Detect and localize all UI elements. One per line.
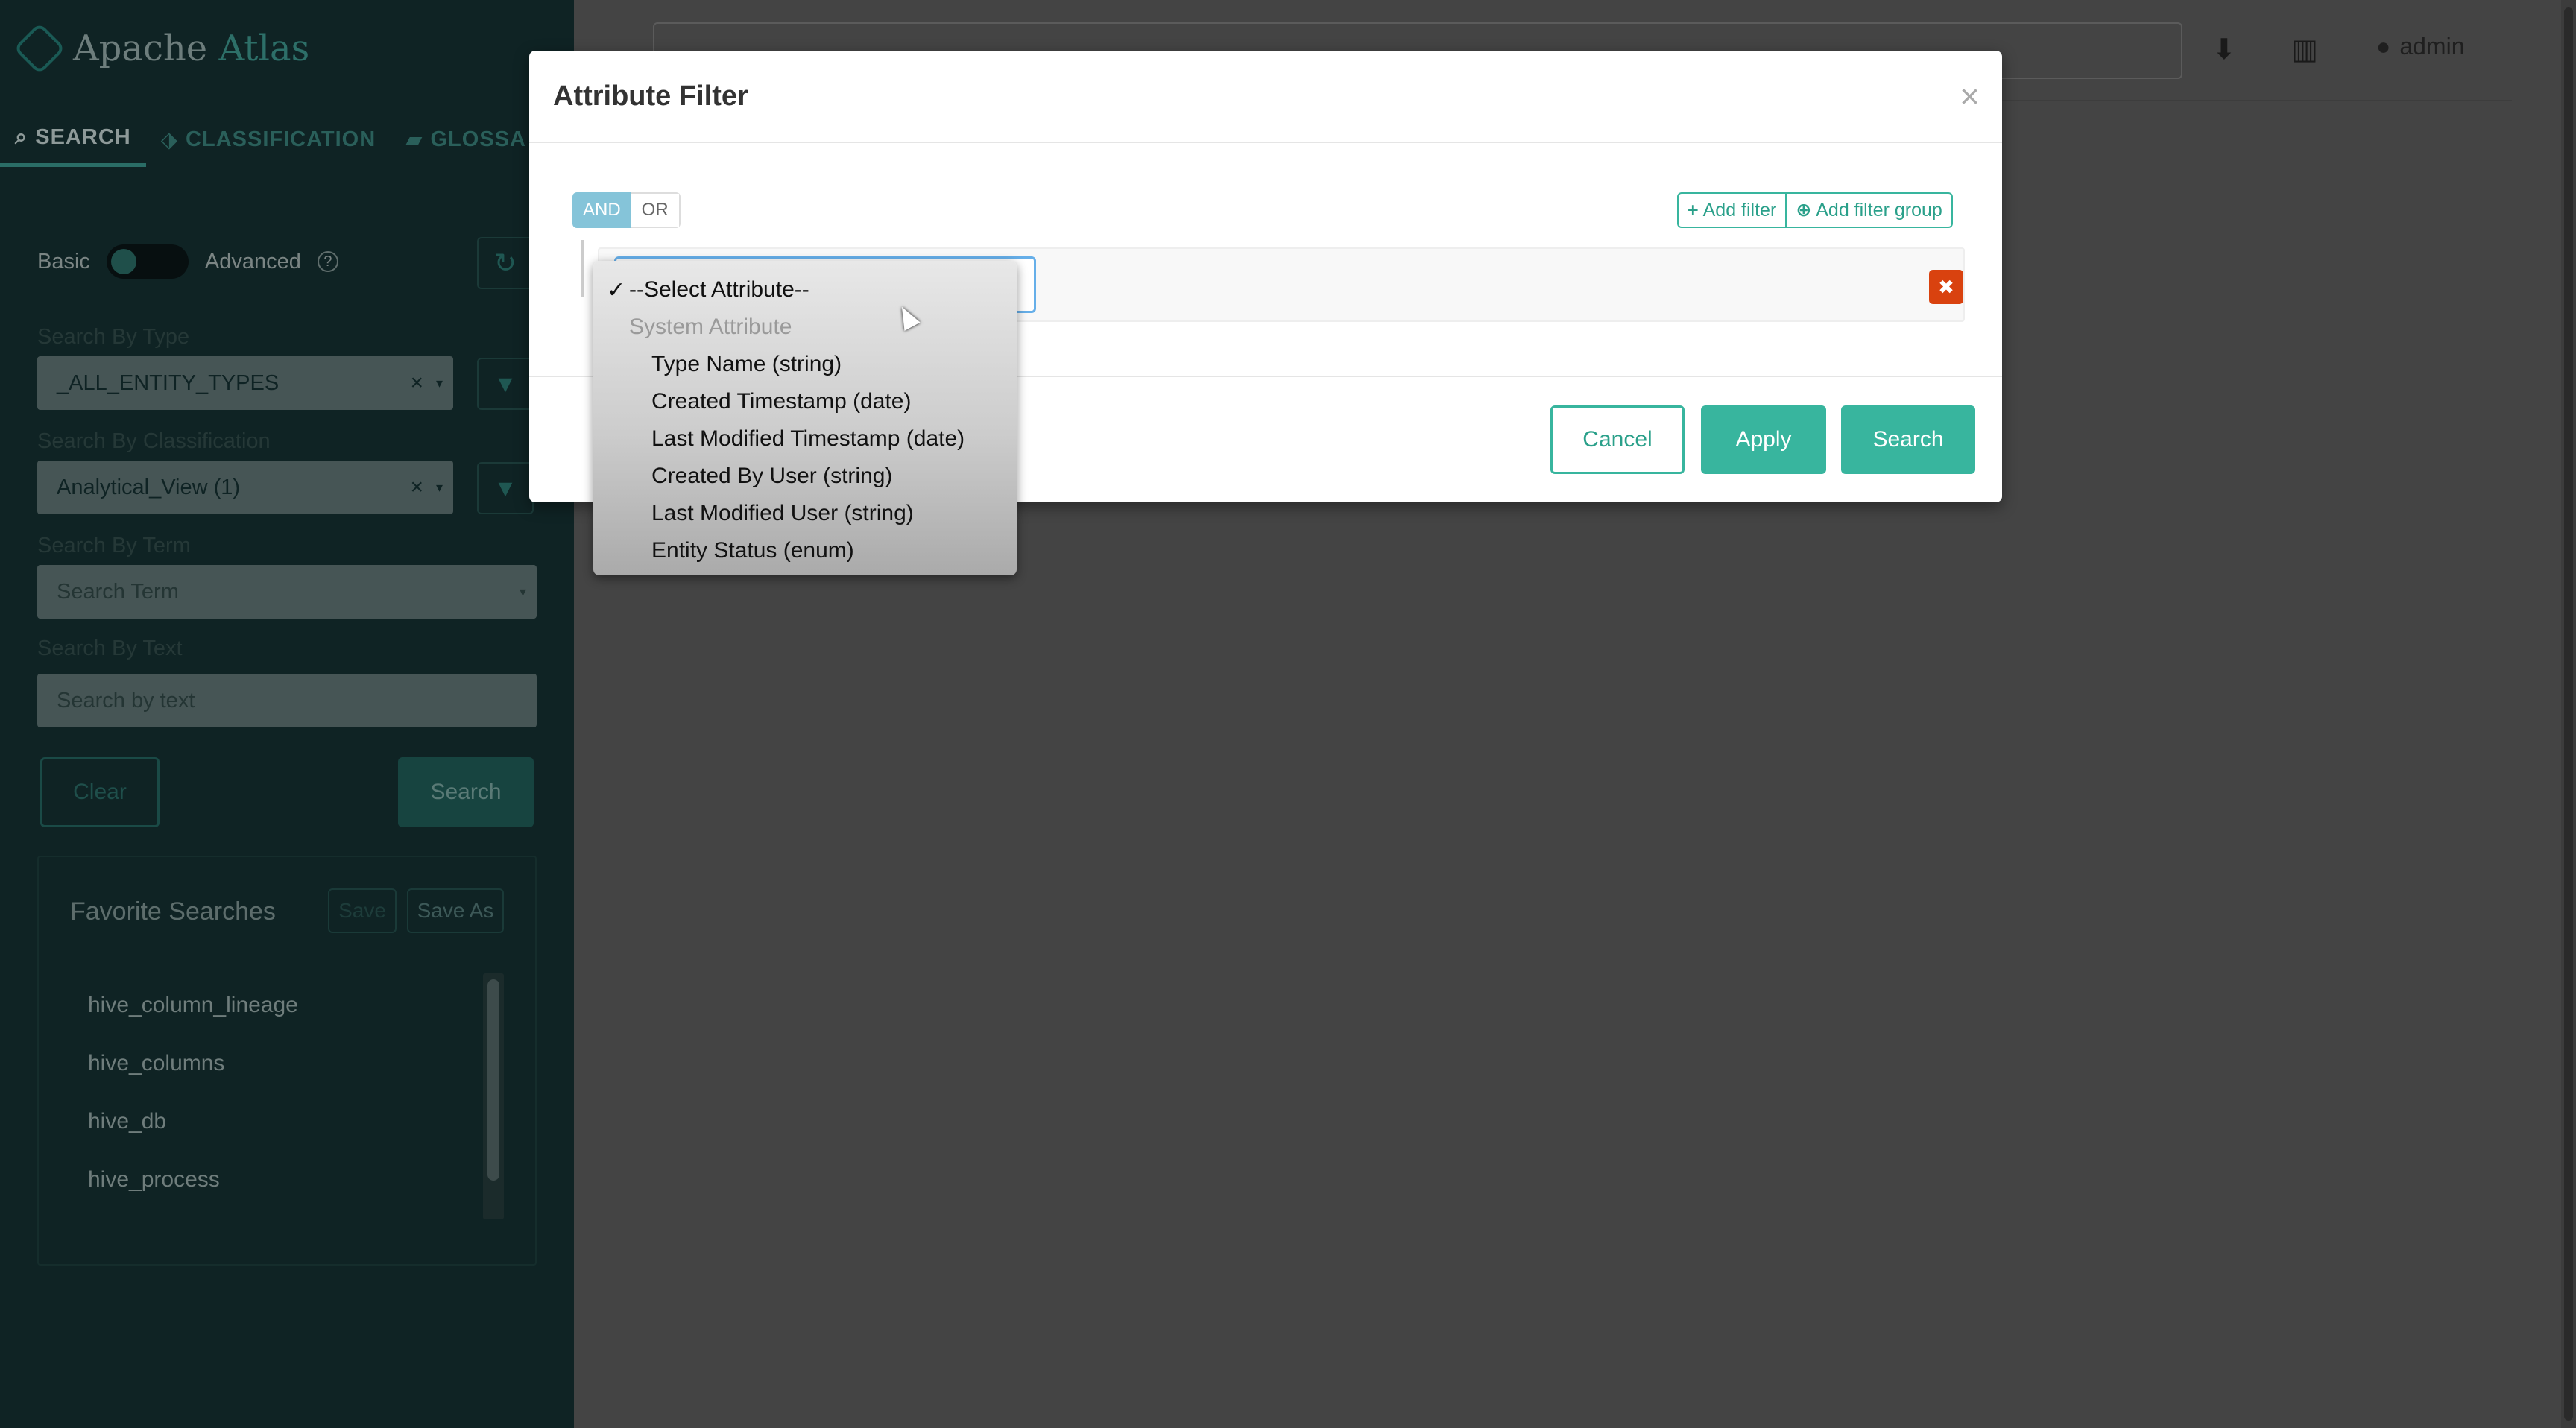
funnel-icon: ▼ [493,474,517,502]
add-filter-button[interactable]: + Add filter [1677,192,1787,228]
app-logo[interactable]: Apache Atlas [13,22,310,75]
favorite-searches-title: Favorite Searches [70,897,276,926]
dropdown-option[interactable]: Created Timestamp (date) [593,383,1017,420]
tab-search[interactable]: ⌕ SEARCH [0,112,146,167]
search-by-type-label: Search By Type [37,325,190,349]
sidebar: Apache Atlas ⌕ SEARCH ⬗ CLASSIFICATION ▰… [0,0,574,1428]
type-filter-button[interactable]: ▼ [477,358,534,410]
search-mode-switch[interactable] [106,244,189,279]
clear-type-icon[interactable]: × [410,370,423,396]
funnel-icon: ▼ [493,370,517,397]
search-text-input[interactable]: Search by text [37,674,537,727]
cancel-button[interactable]: Cancel [1550,405,1685,474]
classification-filter-button[interactable]: ▼ [477,462,534,514]
plus-circle-icon: ⊕ [1796,200,1812,221]
add-filter-group-button[interactable]: ⊕ Add filter group [1787,192,1953,228]
help-icon[interactable]: ? [317,251,338,272]
refresh-icon: ↻ [493,247,517,278]
chevron-down-icon: ▾ [435,375,443,391]
dropdown-option[interactable]: Created By User (string) [593,458,1017,495]
list-item[interactable]: hive_db [39,1093,486,1151]
and-or-toggle: AND OR [572,192,681,228]
tab-glossary[interactable]: ▰ GLOSSA [391,112,541,167]
dropdown-group-label: System Attribute [629,315,792,339]
chevron-down-icon: ▾ [435,479,443,495]
app-name: Apache Atlas [73,28,310,69]
main-tabs: ⌕ SEARCH ⬗ CLASSIFICATION ▰ GLOSSA [0,112,574,167]
statistics-icon[interactable]: ▥ [2291,33,2318,66]
favorites-scrollbar[interactable] [483,973,504,1219]
search-by-term-label: Search By Term [37,534,191,557]
basic-label: Basic [37,249,90,274]
and-button[interactable]: AND [572,192,631,228]
clear-button[interactable]: Clear [40,757,160,827]
save-favorite-button[interactable]: Save [328,888,397,933]
close-icon: ✖ [1938,275,1954,298]
tab-classification[interactable]: ⬗ CLASSIFICATION [146,112,391,167]
favorite-searches-list: hive_column_lineage hive_columns hive_db… [39,976,486,1209]
dropdown-option-placeholder[interactable]: ✓ --Select Attribute-- [593,271,1017,309]
search-by-classification-label: Search By Classification [37,429,271,453]
folder-icon: ▰ [405,127,423,152]
clear-classification-icon[interactable]: × [410,475,423,500]
search-button[interactable]: Search [1841,405,1975,474]
rule-connector [581,240,584,297]
user-icon: ● [2376,33,2391,60]
sidebar-search-button[interactable]: Search [398,757,534,827]
list-item[interactable]: hive_columns [39,1034,486,1093]
checkmark-icon: ✓ [607,277,626,303]
chevron-down-icon: ▾ [519,584,526,599]
advanced-label: Advanced [204,249,301,274]
dropdown-option[interactable]: Entity Status (enum) [593,532,1017,569]
plus-icon: + [1688,199,1699,221]
search-mode-toggle-row: Basic Advanced ? [37,244,338,279]
user-menu[interactable]: ● admin [2376,33,2464,60]
list-item[interactable]: hive_process [39,1151,486,1209]
or-button[interactable]: OR [631,192,681,228]
list-item[interactable]: hive_column_lineage [39,976,486,1034]
favorite-searches-panel: Favorite Searches Save Save As hive_colu… [37,856,537,1266]
dropdown-option[interactable]: Type Name (string) [593,346,1017,383]
dropdown-option[interactable]: Last Modified User (string) [593,495,1017,532]
search-icon: ⌕ [15,125,28,149]
search-by-type-select[interactable]: _ALL_ENTITY_TYPES × ▾ [37,356,453,410]
apply-button[interactable]: Apply [1701,405,1826,474]
delete-rule-button[interactable]: ✖ [1929,270,1963,304]
download-icon[interactable]: ⬇ [2212,33,2236,66]
username: admin [2399,33,2465,60]
search-term-select[interactable]: Search Term ▾ [37,565,537,619]
close-icon[interactable]: × [1960,76,1980,116]
atlas-logo-icon [13,22,66,75]
refresh-button[interactable]: ↻ [477,237,534,289]
tag-icon: ⬗ [160,127,179,152]
add-filter-buttons: + Add filter ⊕ Add filter group [1677,192,1953,228]
page-scrollbar[interactable] [2561,0,2576,1428]
save-as-favorite-button[interactable]: Save As [407,888,504,933]
modal-header: Attribute Filter × [529,51,2002,143]
modal-title: Attribute Filter [553,80,748,112]
attribute-dropdown-menu: ✓ --Select Attribute-- System Attribute … [593,261,1017,575]
dropdown-option[interactable]: Last Modified Timestamp (date) [593,420,1017,458]
search-by-classification-select[interactable]: Analytical_View (1) × ▾ [37,461,453,514]
search-by-text-label: Search By Text [37,636,183,660]
